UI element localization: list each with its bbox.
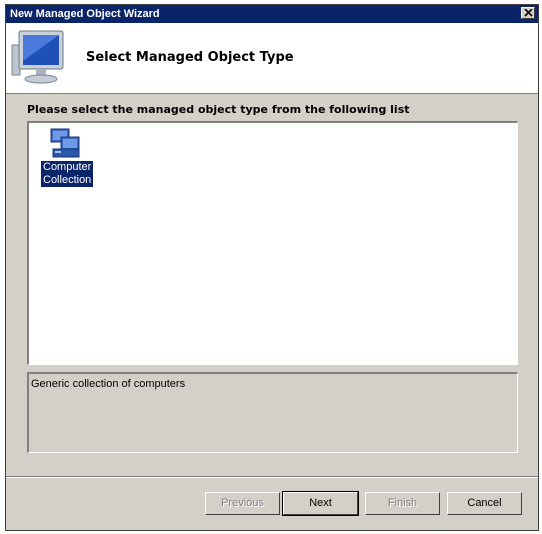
computer-monitor-icon (11, 30, 64, 84)
description-box: Generic collection of computers (27, 372, 518, 453)
next-button[interactable]: Next (282, 491, 359, 516)
window-title: New Managed Object Wizard (10, 8, 160, 20)
list-item-label: Computer Collection (41, 161, 94, 187)
wizard-window: New Managed Object Wizard Select Managed… (5, 4, 539, 531)
previous-button[interactable]: Previous (205, 492, 280, 515)
computer-collection-icon (50, 128, 80, 158)
page-title: Select Managed Object Type (86, 50, 294, 65)
cancel-button[interactable]: Cancel (447, 492, 522, 515)
wizard-header: Select Managed Object Type (6, 23, 538, 94)
description-text: Generic collection of computers (31, 378, 186, 390)
instruction-label: Please select the managed object type fr… (27, 103, 410, 116)
separator-highlight (6, 477, 538, 478)
close-icon (524, 9, 533, 17)
object-type-list[interactable]: Computer Collection (27, 121, 518, 365)
close-button[interactable] (521, 7, 535, 19)
list-item-computer-collection[interactable]: Computer Collection (41, 127, 94, 187)
finish-button[interactable]: Finish (365, 492, 440, 515)
title-bar[interactable]: New Managed Object Wizard (6, 5, 538, 23)
